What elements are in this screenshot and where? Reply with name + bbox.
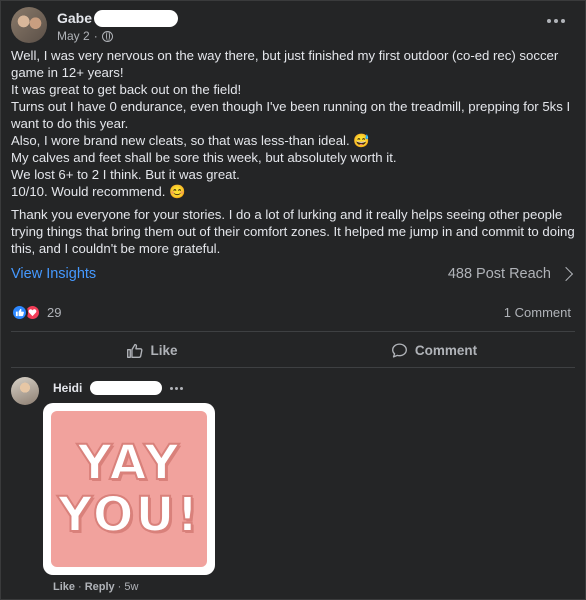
- comment-more-button[interactable]: [170, 386, 184, 390]
- like-reaction-icon: [11, 303, 28, 321]
- insights-row: View Insights 488 Post Reach: [11, 263, 574, 285]
- view-insights-link[interactable]: View Insights: [11, 266, 96, 282]
- comment-button[interactable]: Comment: [293, 335, 575, 365]
- comment-like-link[interactable]: Like: [53, 581, 75, 593]
- post-header: Gabe May 2 ·: [11, 7, 575, 47]
- like-button[interactable]: Like: [11, 335, 293, 365]
- more-options-button[interactable]: [543, 11, 569, 31]
- more-icon-dot: [561, 19, 565, 23]
- comment-separator: ·: [78, 581, 82, 593]
- author-row: Gabe: [57, 9, 179, 27]
- comment-separator: ·: [117, 581, 122, 593]
- author-avatar[interactable]: [11, 7, 47, 43]
- globe-icon[interactable]: [101, 30, 113, 42]
- post-reach-text: 488 Post Reach: [447, 266, 551, 282]
- post-line: My calves and feet shall be sore this we…: [11, 150, 397, 165]
- like-label: Like: [150, 342, 178, 358]
- divider: [11, 367, 575, 368]
- comment-actions: Like · Reply · 5w: [53, 581, 138, 593]
- more-icon-dot: [554, 19, 558, 23]
- post-card: Gabe May 2 · Well, I was very nervous on…: [0, 0, 586, 600]
- sticker-background: YAY YOU!: [51, 411, 207, 567]
- post-reach-link[interactable]: 488 Post Reach: [447, 266, 574, 282]
- comment-label: Comment: [414, 342, 478, 358]
- sticker-line-2: YOU!: [57, 487, 201, 543]
- comment-icon: [391, 342, 407, 358]
- sticker-line-1: YAY: [76, 435, 181, 491]
- comment-count-link[interactable]: 1 Comment: [504, 305, 571, 320]
- yay-you-sticker[interactable]: YAY YOU!: [43, 403, 215, 575]
- post-line: It was great to get back out on the fiel…: [11, 82, 242, 97]
- comment: Heidi YAY YOU! Like · Reply · 5w: [11, 375, 575, 595]
- author-name[interactable]: Gabe: [57, 10, 92, 26]
- reaction-count: 29: [47, 304, 62, 320]
- more-icon-dot: [170, 386, 174, 390]
- more-icon-dot: [175, 386, 179, 390]
- reactions-row: 29 1 Comment: [11, 301, 571, 323]
- comment-time[interactable]: 5w: [124, 581, 138, 593]
- commenter-avatar[interactable]: [11, 377, 39, 405]
- post-line: Turns out I have 0 endurance, even thoug…: [11, 99, 571, 131]
- post-line: We lost 6+ to 2 I think. But it was grea…: [11, 167, 240, 182]
- post-line: 10/10. Would recommend. 😊: [11, 184, 186, 199]
- chevron-right-icon: [558, 266, 574, 282]
- comment-reply-link[interactable]: Reply: [85, 581, 115, 593]
- meta-separator: ·: [93, 29, 98, 43]
- post-actions: Like Comment: [11, 335, 575, 365]
- post-line: Also, I wore brand new cleats, so that w…: [11, 133, 370, 148]
- post-line: Well, I was very nervous on the way ther…: [11, 48, 559, 80]
- commenter-name[interactable]: Heidi: [53, 381, 82, 395]
- more-icon-dot: [547, 19, 551, 23]
- thumbs-up-icon: [127, 343, 143, 358]
- redacted-name: [94, 9, 179, 27]
- divider: [11, 331, 575, 332]
- post-meta: May 2 ·: [57, 29, 113, 43]
- more-icon-dot: [180, 386, 184, 390]
- comment-author-row: Heidi: [53, 381, 184, 395]
- redacted-name: [90, 381, 163, 395]
- reactions-summary[interactable]: 29: [11, 303, 62, 321]
- post-date[interactable]: May 2: [57, 29, 90, 43]
- post-body: Well, I was very nervous on the way ther…: [11, 47, 577, 257]
- post-paragraph-2: Thank you everyone for your stories. I d…: [11, 207, 575, 256]
